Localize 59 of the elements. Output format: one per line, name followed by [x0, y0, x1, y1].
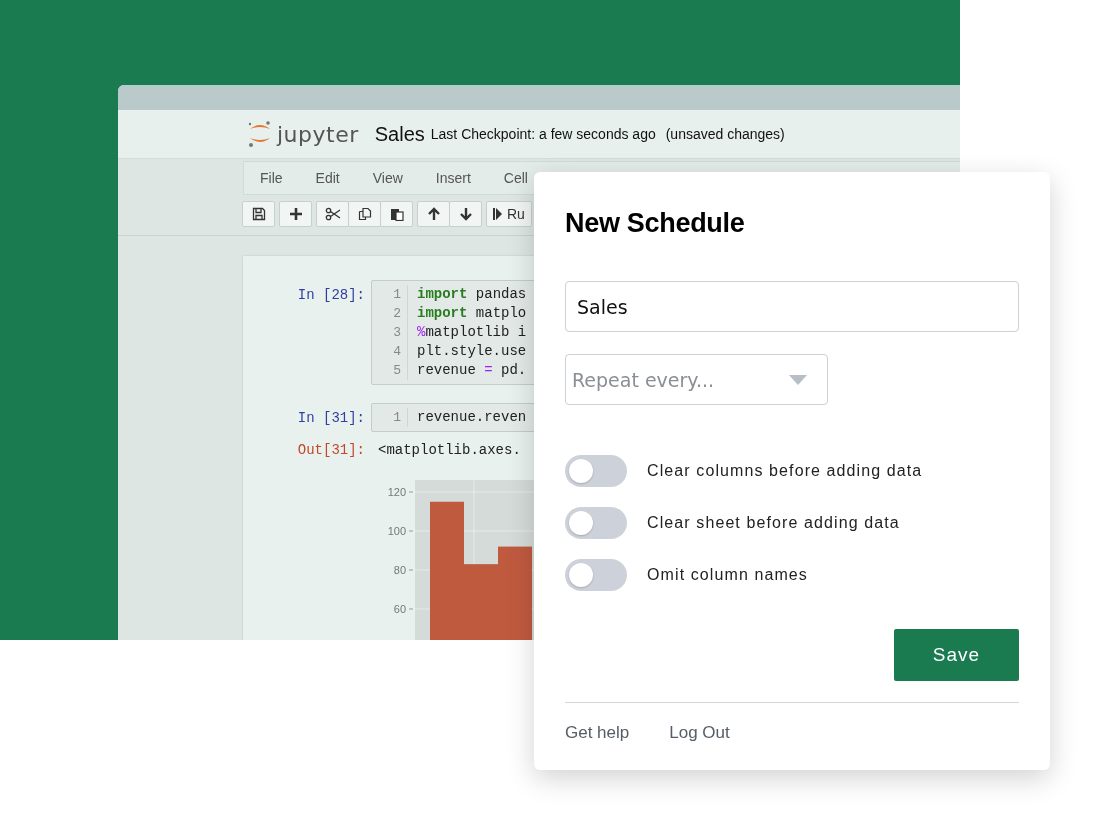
arrow-up-icon [426, 207, 441, 221]
line-number: 5 [393, 362, 401, 380]
scissors-icon [324, 207, 341, 221]
paste-button[interactable] [380, 201, 413, 227]
repeat-dropdown[interactable]: Repeat every... [565, 354, 828, 405]
toggle-switch[interactable] [565, 559, 627, 591]
paste-icon [389, 207, 404, 221]
down-button[interactable] [449, 201, 482, 227]
footer-link[interactable]: Log Out [669, 723, 730, 743]
axis-tick-label: 120 [387, 486, 406, 498]
code-line: %matplotlib i [417, 323, 527, 342]
up-button[interactable] [417, 201, 450, 227]
toggle-label: Clear columns before adding data [647, 462, 923, 480]
toggle-label: Clear sheet before adding data [647, 514, 900, 532]
notebook-name[interactable]: Sales [374, 122, 425, 146]
line-number: 1 [393, 286, 401, 304]
cut-button[interactable] [316, 201, 349, 227]
footer-link[interactable]: Get help [565, 723, 630, 743]
line-number: 1 [393, 409, 401, 427]
code-line: import matplo [417, 304, 527, 323]
line-number: 3 [393, 324, 401, 342]
menu-item[interactable]: Cell [503, 170, 528, 186]
line-number: 4 [393, 343, 401, 361]
dialog-title: New Schedule [565, 208, 746, 239]
save-button[interactable]: Save [894, 629, 1019, 681]
menu-item[interactable]: File [260, 170, 283, 186]
caret-icon [789, 374, 807, 385]
input-prompt: In [31]: [296, 409, 365, 426]
save-status: (unsaved changes) [665, 126, 785, 142]
name-field[interactable]: Sales [565, 281, 1019, 332]
arrow-down-icon [458, 207, 473, 221]
run-button[interactable]: Ru [486, 201, 532, 227]
toggle-label: Omit column names [647, 566, 808, 584]
output-prompt: Out[31]: [296, 441, 365, 458]
axis-tick-label: 60 [393, 603, 406, 615]
toggle-switch[interactable] [565, 455, 627, 487]
input-prompt: In [28]: [296, 286, 365, 303]
plus-icon [288, 207, 303, 221]
line-number: 2 [393, 305, 401, 323]
output-text: <matplotlib.axes. [378, 441, 521, 458]
copy-button[interactable] [348, 201, 381, 227]
save-button[interactable] [242, 201, 275, 227]
logo-text: jupyter [277, 121, 359, 147]
axis-tick-label: 100 [387, 525, 406, 537]
menu-item[interactable]: Insert [435, 170, 471, 186]
menu-item[interactable]: View [372, 170, 403, 186]
step-forward-icon [493, 208, 503, 220]
copy-icon [357, 207, 372, 221]
code-line: plt.style.use [417, 342, 527, 361]
code-line: revenue.reven [417, 408, 527, 427]
code-line: revenue = pd. [417, 361, 527, 380]
save-icon [251, 207, 266, 221]
menu-item[interactable]: Edit [315, 170, 340, 186]
logo-icon [247, 119, 273, 149]
toggle-switch[interactable] [565, 507, 627, 539]
code-line: import pandas [417, 285, 527, 304]
add-button[interactable] [279, 201, 312, 227]
axis-tick-label: 80 [393, 564, 406, 576]
checkpoint-text: Last Checkpoint: a few seconds ago [430, 126, 656, 142]
